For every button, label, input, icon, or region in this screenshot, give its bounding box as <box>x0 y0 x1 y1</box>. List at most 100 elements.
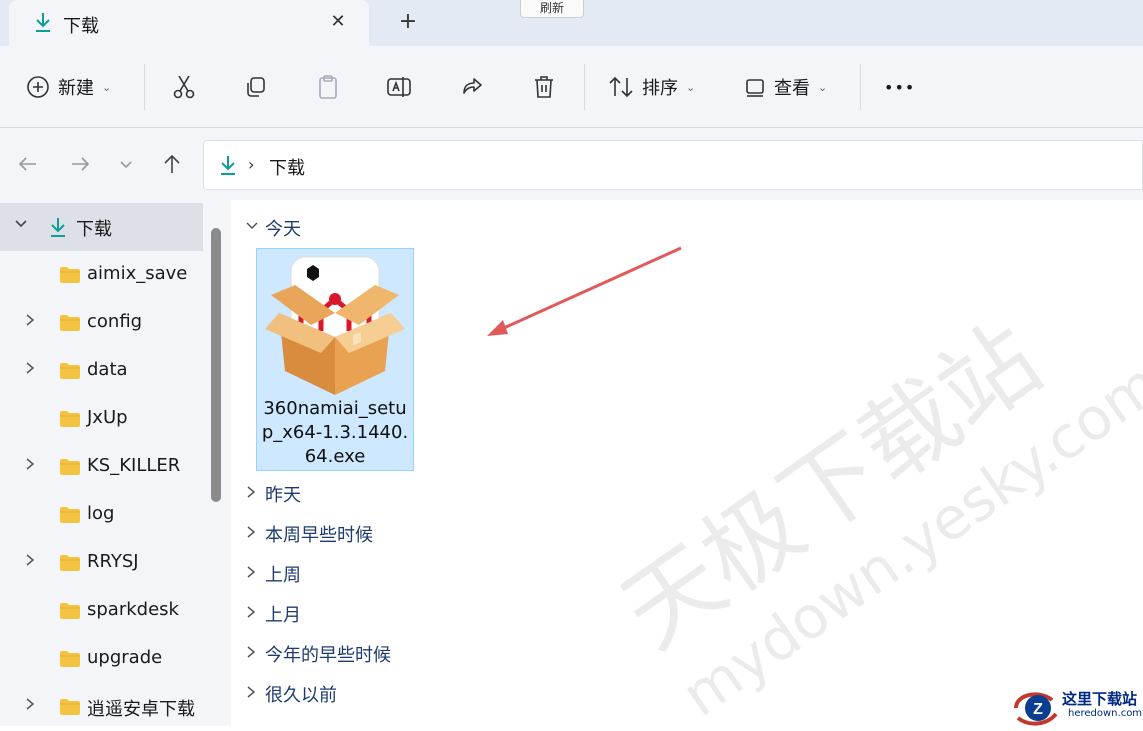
forward-button[interactable] <box>66 150 94 178</box>
scrollbar-thumb[interactable] <box>211 228 221 502</box>
chevron-down-icon[interactable] <box>14 217 28 235</box>
chevron-right-icon[interactable] <box>24 697 36 715</box>
arrow-right-icon <box>72 157 90 171</box>
group-header-yesterday[interactable]: 昨天 <box>245 478 301 510</box>
chevron-down-icon: ⌄ <box>102 80 112 94</box>
sidebar-item-folder[interactable]: upgrade <box>0 635 203 683</box>
chevron-down-icon: ⌄ <box>686 80 696 94</box>
sidebar-item-downloads[interactable]: 下载 <box>0 203 203 251</box>
group-label: 很久以前 <box>265 685 337 706</box>
file-name-line: p_x64-1.3.1440. <box>261 422 409 443</box>
breadcrumb-chevron-icon: › <box>248 155 255 174</box>
view-label: 查看 <box>774 78 810 99</box>
up-button[interactable] <box>158 150 186 178</box>
chevron-right-icon <box>245 605 265 623</box>
group-header-today[interactable]: 今天 <box>245 212 301 244</box>
copy-button[interactable] <box>244 68 268 106</box>
file-name: 360namiai_setu p_x64-1.3.1440. 64.exe <box>257 397 413 469</box>
group-header-long-ago[interactable]: 很久以前 <box>245 678 337 710</box>
new-tab-button[interactable]: + <box>396 10 420 34</box>
folder-icon <box>59 602 81 624</box>
trash-icon <box>535 76 553 98</box>
file-list: 今天 360namiai_setu p_x64-1.3.1440. 64.exe <box>231 200 1143 726</box>
group-header-this-week[interactable]: 本周早些时候 <box>245 518 373 550</box>
sidebar-item-folder[interactable]: RRYSJ <box>0 539 203 587</box>
more-options-button[interactable]: ••• <box>884 68 915 106</box>
download-icon <box>48 216 68 242</box>
tab-title: 下载 <box>63 16 99 37</box>
file-item[interactable]: 360namiai_setu p_x64-1.3.1440. 64.exe <box>256 248 414 471</box>
folder-icon <box>59 458 81 480</box>
navigation-bar: › 下载 <box>0 128 1143 200</box>
annotation-arrow <box>487 246 682 336</box>
paste-button[interactable] <box>316 68 340 106</box>
group-header-last-week[interactable]: 上周 <box>245 558 301 590</box>
sidebar-item-folder[interactable]: 逍遥安卓下载 <box>0 683 203 731</box>
site-logo: Z 这里下载站 heredown.com <box>1010 688 1143 726</box>
sidebar-item-folder[interactable]: log <box>0 491 203 539</box>
folder-icon <box>59 362 81 384</box>
folder-icon <box>59 698 81 720</box>
chevron-down-icon <box>120 161 132 169</box>
sidebar-item-label: 逍遥安卓下载 <box>87 699 195 720</box>
delete-button[interactable] <box>532 68 556 106</box>
chevron-right-icon <box>245 645 265 663</box>
file-name-line: 64.exe <box>304 446 366 467</box>
view-button[interactable]: 查看 ⌄ <box>744 68 827 106</box>
address-bar[interactable]: › 下载 <box>203 140 1143 190</box>
arrow-left-icon <box>18 157 36 171</box>
folder-icon <box>59 266 81 288</box>
close-icon[interactable]: ✕ <box>327 10 349 32</box>
cut-button[interactable] <box>172 68 196 106</box>
plus-circle-icon <box>27 76 49 98</box>
svg-text:Z: Z <box>1033 701 1043 718</box>
sidebar-item-folder[interactable]: data <box>0 347 203 395</box>
navigation-pane: 下载 aimix_save config data JxUp KS_KILLER… <box>0 200 203 726</box>
group-header-this-year[interactable]: 今年的早些时候 <box>245 638 391 670</box>
sort-button[interactable]: 排序 ⌄ <box>608 68 695 106</box>
recent-locations-button[interactable] <box>112 150 140 178</box>
rename-button[interactable] <box>386 68 412 106</box>
chevron-right-icon <box>245 685 265 703</box>
sidebar-item-label: sparkdesk <box>87 599 179 620</box>
sidebar-item-folder[interactable]: JxUp <box>0 395 203 443</box>
new-button[interactable]: 新建 ⌄ <box>26 68 111 106</box>
group-label: 昨天 <box>265 485 301 506</box>
chevron-down-icon <box>245 219 265 237</box>
file-name-line: 360namiai_setu <box>263 398 407 419</box>
group-label: 今年的早些时候 <box>265 645 391 666</box>
copy-icon <box>247 77 265 97</box>
group-label: 上月 <box>265 605 301 626</box>
sidebar-item-label: 下载 <box>76 219 112 240</box>
sidebar-item-folder[interactable]: KS_KILLER <box>0 443 203 491</box>
installer-package-icon <box>265 256 405 395</box>
tooltip: 刷新 <box>520 0 584 18</box>
folder-icon <box>59 506 81 528</box>
sidebar-item-label: aimix_save <box>87 263 188 284</box>
chevron-right-icon[interactable] <box>24 313 36 331</box>
divider <box>860 64 861 110</box>
sidebar-item-label: upgrade <box>87 647 163 668</box>
sidebar-item-folder[interactable]: sparkdesk <box>0 587 203 635</box>
group-header-last-month[interactable]: 上月 <box>245 598 301 630</box>
download-icon <box>33 11 53 37</box>
chevron-right-icon <box>245 565 265 583</box>
logo-title: 这里下载站 <box>1062 690 1138 708</box>
logo-icon: Z <box>1014 692 1058 726</box>
chevron-right-icon[interactable] <box>24 553 36 571</box>
sidebar-item-folder[interactable]: config <box>0 299 203 347</box>
paste-icon <box>319 75 337 99</box>
chevron-right-icon <box>245 485 265 503</box>
sidebar-item-label: log <box>87 503 115 524</box>
command-bar: 新建 ⌄ 排序 ⌄ 查看 ⌄ ••• <box>0 46 1143 128</box>
chevron-right-icon[interactable] <box>24 361 36 379</box>
folder-icon <box>59 650 81 672</box>
chevron-right-icon[interactable] <box>24 457 36 475</box>
tab-downloads[interactable]: 下载 ✕ <box>9 0 369 46</box>
breadcrumb[interactable]: 下载 <box>269 154 305 180</box>
back-button[interactable] <box>14 150 42 178</box>
divider <box>584 64 585 110</box>
chevron-right-icon <box>245 525 265 543</box>
share-button[interactable] <box>460 68 484 106</box>
sidebar-item-folder[interactable]: aimix_save <box>0 251 203 299</box>
